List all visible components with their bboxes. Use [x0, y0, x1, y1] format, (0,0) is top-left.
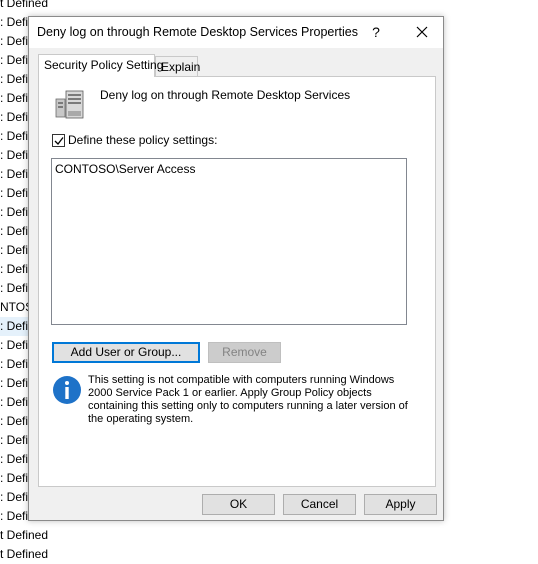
remove-button[interactable]: Remove: [208, 342, 281, 363]
background-list-row[interactable]: t Defined: [0, 0, 60, 13]
server-policy-icon: [55, 90, 84, 119]
title-bar: Deny log on through Remote Desktop Servi…: [29, 17, 443, 48]
help-button[interactable]: ?: [355, 17, 397, 48]
tab-panel: Deny log on through Remote Desktop Servi…: [38, 76, 436, 487]
tab-security-policy-setting[interactable]: Security Policy Setting: [38, 54, 163, 77]
list-item[interactable]: CONTOSO\Server Access: [55, 162, 195, 176]
ok-button[interactable]: OK: [202, 494, 275, 515]
policy-name: Deny log on through Remote Desktop Servi…: [100, 88, 351, 102]
add-user-or-group-button[interactable]: Add User or Group...: [52, 342, 200, 363]
close-icon: [416, 26, 428, 38]
apply-button[interactable]: Apply: [364, 494, 437, 515]
background-list-row[interactable]: t Defined: [0, 545, 60, 564]
close-button[interactable]: [401, 17, 443, 48]
info-icon: [53, 376, 81, 404]
properties-dialog: Deny log on through Remote Desktop Servi…: [28, 16, 444, 521]
define-policy-label: Define these policy settings:: [68, 133, 218, 147]
define-policy-checkbox[interactable]: [52, 134, 65, 147]
background-list-row[interactable]: t Defined: [0, 526, 60, 545]
cancel-button[interactable]: Cancel: [283, 494, 356, 515]
accounts-listbox[interactable]: CONTOSO\Server Access: [51, 158, 407, 325]
dialog-title: Deny log on through Remote Desktop Servi…: [37, 25, 358, 39]
compatibility-info-text: This setting is not compatible with comp…: [88, 374, 408, 425]
checkmark-icon: [54, 137, 64, 145]
